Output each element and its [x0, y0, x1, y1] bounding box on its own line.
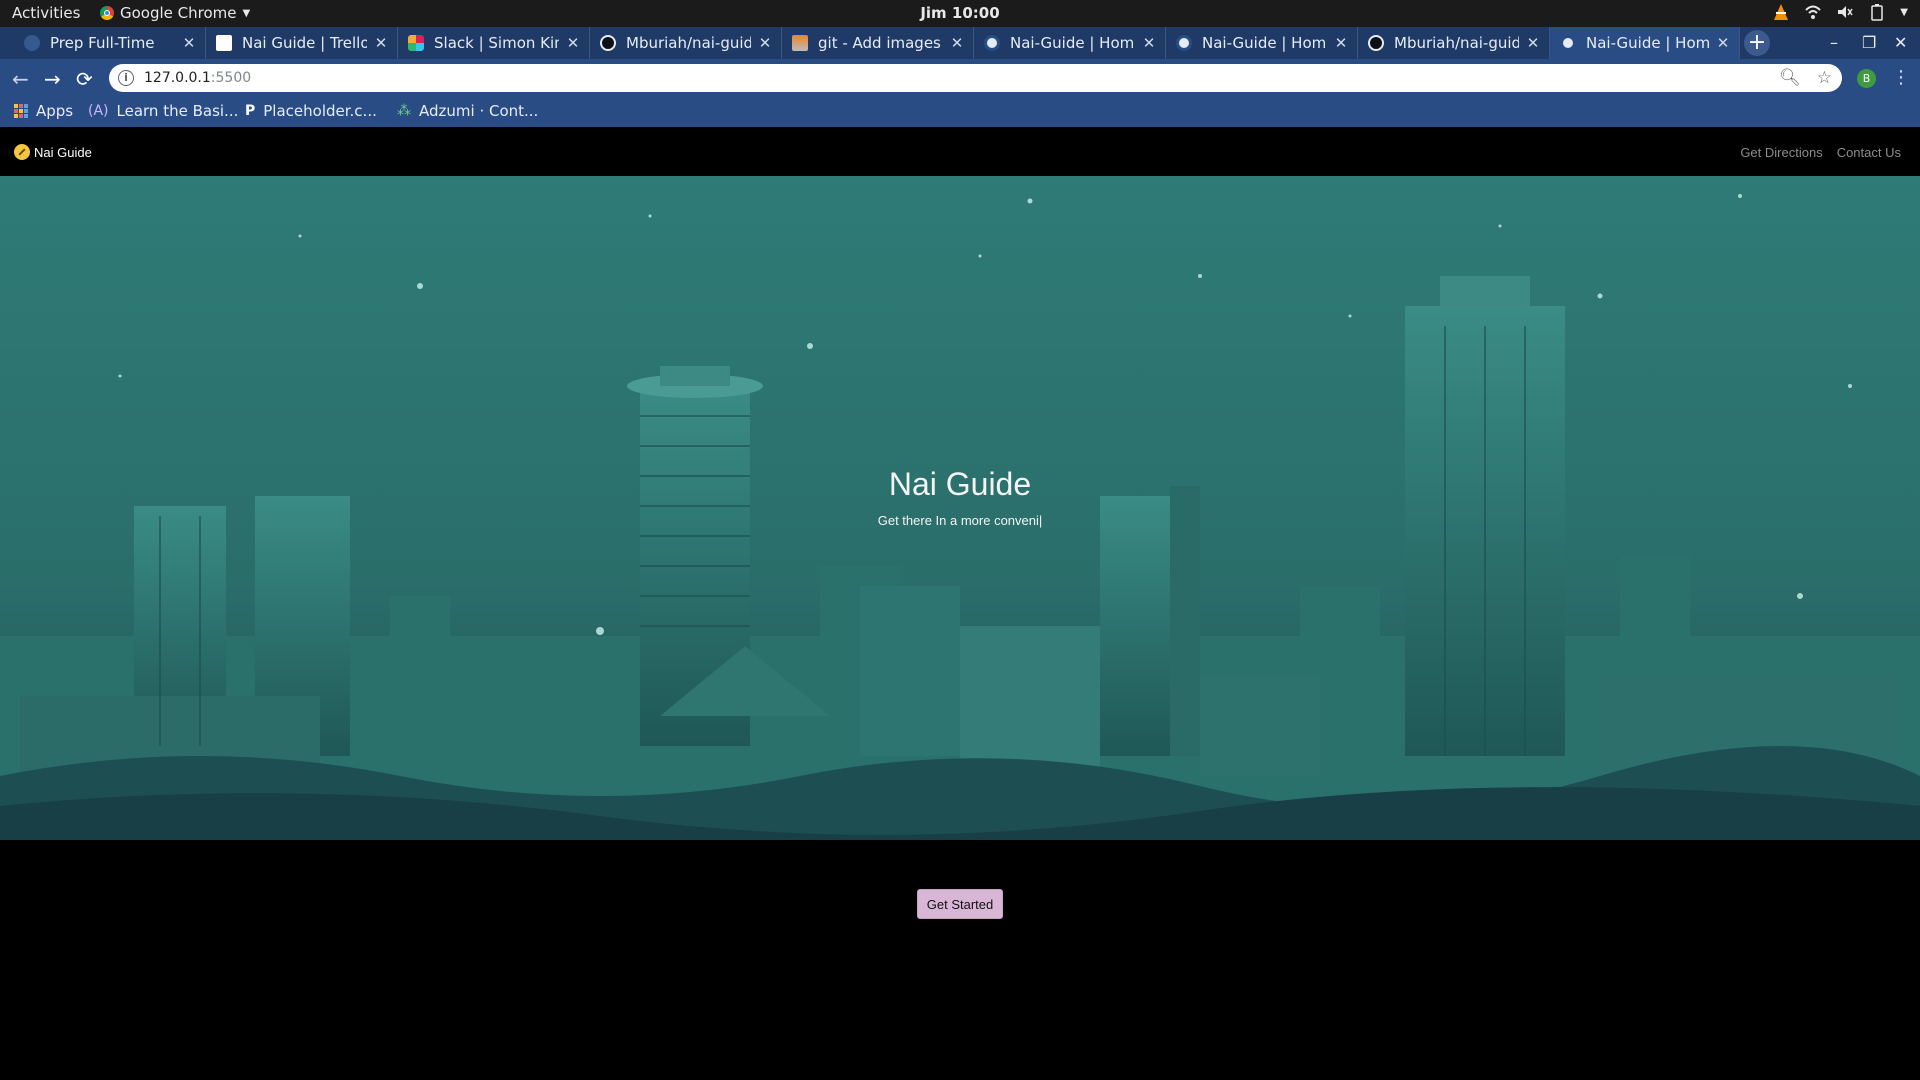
close-icon[interactable]: ✕ — [1333, 34, 1349, 52]
globe-icon — [1560, 35, 1576, 51]
chevron-down-icon: ▼ — [242, 7, 251, 19]
tab-trello[interactable]: Nai Guide | Trello ✕ — [206, 27, 398, 59]
tab-nai-guide-home-active[interactable]: Nai-Guide | Home ✕ — [1550, 27, 1740, 59]
tab-label: git - Add images to — [818, 34, 943, 52]
close-icon[interactable]: ✕ — [181, 34, 197, 52]
tab-prep-full-time[interactable]: Prep Full-Time ✕ — [14, 27, 206, 59]
forward-icon[interactable]: → — [44, 67, 61, 91]
tab-stackoverflow[interactable]: git - Add images to ✕ — [782, 27, 974, 59]
bookmark-learn-basics[interactable]: (A) Learn the Basi... — [88, 102, 238, 120]
back-icon[interactable]: ← — [12, 67, 29, 91]
omnibox-actions: 🔍︎ ☆ — [1779, 68, 1832, 88]
system-menu-chevron-icon[interactable]: ▼ — [1900, 7, 1908, 18]
nav-link-contact-us[interactable]: Contact Us — [1837, 145, 1901, 160]
get-started-button[interactable]: Get Started — [917, 889, 1003, 919]
github-icon — [1368, 35, 1384, 51]
battery-icon[interactable] — [1868, 3, 1886, 21]
nav-link-get-directions[interactable]: Get Directions — [1740, 145, 1822, 160]
close-icon[interactable]: ✕ — [1715, 34, 1731, 52]
tab-slack[interactable]: Slack | Simon Kima ✕ — [398, 27, 590, 59]
site-nav-links: Get Directions Contact Us — [1740, 145, 1901, 160]
vlc-icon[interactable] — [1772, 3, 1790, 21]
compass-icon — [14, 144, 30, 160]
url-text[interactable]: 127.0.0.1:5500 — [144, 70, 251, 86]
profile-avatar[interactable]: B — [1857, 69, 1876, 88]
hero-title: Nai Guide — [888, 466, 1032, 502]
city-skyline-image — [0, 176, 1920, 840]
activities-button[interactable]: Activities — [12, 4, 80, 22]
site-navbar: Nai Guide Get Directions Contact Us — [0, 127, 1920, 176]
close-icon[interactable]: ✕ — [373, 34, 389, 52]
tab-label: Mburiah/nai-guide — [626, 34, 751, 52]
new-tab-button[interactable]: + — [1744, 30, 1770, 56]
app-menu[interactable]: Google Chrome ▼ — [100, 4, 250, 22]
system-top-bar: Activities Google Chrome ▼ Jim 10:00 ▼ — [0, 0, 1920, 27]
prep-icon — [24, 35, 40, 51]
bookmark-label: Adzumi · Cont... — [419, 102, 539, 120]
more-options-icon[interactable]: ⋮ — [1892, 67, 1910, 88]
tab-nai-guide-home-2[interactable]: Nai-Guide | Home ✕ — [1166, 27, 1358, 59]
close-icon[interactable]: ✕ — [565, 34, 581, 52]
globe-icon — [984, 35, 1000, 51]
volume-icon[interactable] — [1836, 3, 1854, 21]
tab-label: Slack | Simon Kima — [434, 34, 559, 52]
bookmark-label: Placeholder.c... — [263, 102, 377, 120]
tab-label: Nai-Guide | Home — [1586, 34, 1709, 52]
adzumi-icon: ⁂ — [397, 103, 411, 119]
web-page: Nai Guide Get Directions Contact Us Nai … — [0, 127, 1920, 1080]
close-icon[interactable]: ✕ — [1141, 34, 1157, 52]
tab-github-repo-2[interactable]: Mburiah/nai-guide ✕ — [1358, 27, 1550, 59]
address-bar[interactable]: i 127.0.0.1:5500 🔍︎ ☆ — [109, 64, 1842, 92]
app-name: Google Chrome — [120, 4, 237, 22]
wifi-icon[interactable] — [1804, 3, 1822, 21]
site-brand[interactable]: Nai Guide — [14, 144, 92, 160]
learn-icon: (A) — [88, 103, 109, 119]
bookmark-adzumi[interactable]: ⁂ Adzumi · Cont... — [397, 102, 538, 120]
close-window-icon[interactable]: ✕ — [1894, 33, 1907, 52]
browser-toolbar: ← → ⟳ i 127.0.0.1:5500 🔍︎ ☆ B ⋮ — [0, 59, 1920, 97]
info-icon[interactable]: i — [118, 70, 134, 86]
tab-strip: Prep Full-Time ✕ Nai Guide | Trello ✕ Sl… — [0, 27, 1920, 59]
trello-icon — [216, 35, 232, 51]
tab-github-repo[interactable]: Mburiah/nai-guide ✕ — [590, 27, 782, 59]
restore-icon[interactable]: ❐ — [1862, 33, 1876, 52]
hero-subtitle: Get there In a more conveni| — [877, 513, 1043, 528]
bookmark-placeholder[interactable]: P Placeholder.c... — [245, 102, 377, 120]
tab-nai-guide-home-1[interactable]: Nai-Guide | Home ✕ — [974, 27, 1166, 59]
close-icon[interactable]: ✕ — [757, 34, 773, 52]
slack-icon — [408, 35, 424, 51]
tab-label: Nai Guide | Trello — [242, 34, 367, 52]
url-host: 127.0.0.1 — [144, 70, 211, 86]
bookmark-star-icon[interactable]: ☆ — [1817, 68, 1832, 88]
tab-label: Nai-Guide | Home — [1202, 34, 1327, 52]
close-icon[interactable]: ✕ — [949, 34, 965, 52]
brand-text: Nai Guide — [34, 144, 92, 160]
bookmarks-bar: Apps (A) Learn the Basi... P Placeholder… — [0, 97, 1920, 127]
apps-grid-icon — [14, 104, 28, 118]
url-port: :5500 — [210, 70, 252, 86]
zoom-icon[interactable]: 🔍︎ — [1779, 68, 1801, 88]
clock[interactable]: Jim 10:00 — [920, 4, 999, 22]
github-icon — [600, 35, 616, 51]
chrome-icon — [100, 6, 114, 20]
close-icon[interactable]: ✕ — [1525, 34, 1541, 52]
stackoverflow-icon — [792, 35, 808, 51]
globe-icon — [1176, 35, 1192, 51]
placeholder-icon: P — [245, 103, 256, 119]
reload-icon[interactable]: ⟳ — [76, 67, 93, 91]
bookmark-apps[interactable]: Apps — [14, 102, 73, 120]
minimize-icon[interactable]: – — [1830, 33, 1838, 52]
tab-label: Nai-Guide | Home — [1010, 34, 1135, 52]
tab-label: Prep Full-Time — [50, 34, 155, 52]
system-tray[interactable]: ▼ — [1772, 3, 1908, 21]
bookmark-label: Learn the Basi... — [116, 102, 239, 120]
tab-label: Mburiah/nai-guide — [1394, 34, 1519, 52]
hero-banner: Nai Guide Get there In a more conveni| — [0, 176, 1920, 840]
bookmark-label: Apps — [36, 102, 74, 120]
